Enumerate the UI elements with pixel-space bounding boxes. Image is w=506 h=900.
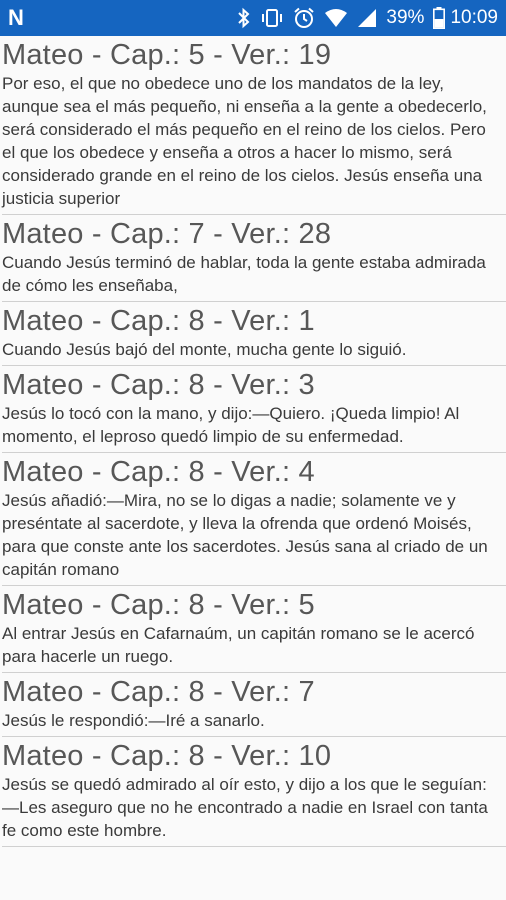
verse-reference: Mateo - Cap.: 8 - Ver.: 10: [2, 740, 332, 772]
battery-percent: 39%: [386, 7, 425, 28]
vibrate-icon: [260, 7, 284, 29]
verse-text: Al entrar Jesús en Cafarnaúm, un capitán…: [2, 624, 475, 666]
verse-reference: Mateo - Cap.: 8 - Ver.: 4: [2, 456, 315, 488]
alarm-icon: [293, 7, 315, 29]
verse-item[interactable]: Mateo - Cap.: 5 - Ver.: 19 Por eso, el q…: [2, 36, 506, 215]
verse-item[interactable]: Mateo - Cap.: 8 - Ver.: 4 Jesús añadió:—…: [2, 453, 506, 586]
verse-reference: Mateo - Cap.: 8 - Ver.: 7: [2, 676, 315, 708]
verse-item[interactable]: Mateo - Cap.: 7 - Ver.: 28 Cuando Jesús …: [2, 215, 506, 302]
verse-reference: Mateo - Cap.: 8 - Ver.: 3: [2, 369, 315, 401]
verse-item[interactable]: Mateo - Cap.: 8 - Ver.: 1 Cuando Jesús b…: [2, 302, 506, 366]
verse-text: Jesús lo tocó con la mano, y dijo:—Quier…: [2, 404, 460, 446]
wifi-icon: [324, 8, 348, 28]
status-icons: 39% 10:09: [237, 7, 498, 29]
verse-text: Jesús le respondió:—Iré a sanarlo.: [2, 711, 265, 730]
verse-list[interactable]: Mateo - Cap.: 5 - Ver.: 19 Por eso, el q…: [0, 36, 506, 900]
bluetooth-icon: [237, 7, 251, 29]
verse-text: Cuando Jesús bajó del monte, mucha gente…: [2, 340, 407, 359]
verse-text: Jesús añadió:—Mira, no se lo digas a nad…: [2, 491, 488, 579]
app-notification-icon: N: [8, 5, 24, 30]
verse-text: Por eso, el que no obedece uno de los ma…: [2, 74, 487, 208]
verse-item[interactable]: Mateo - Cap.: 8 - Ver.: 3 Jesús lo tocó …: [2, 366, 506, 453]
battery-icon: [433, 7, 446, 29]
clock: 10:09: [450, 7, 498, 28]
verse-reference: Mateo - Cap.: 7 - Ver.: 28: [2, 218, 332, 250]
signal-icon: [357, 8, 377, 28]
verse-text: Cuando Jesús terminó de hablar, toda la …: [2, 253, 486, 295]
verse-item[interactable]: Mateo - Cap.: 8 - Ver.: 5 Al entrar Jesú…: [2, 586, 506, 673]
verse-text: Jesús se quedó admirado al oír esto, y d…: [2, 775, 488, 840]
verse-item[interactable]: Mateo - Cap.: 8 - Ver.: 7 Jesús le respo…: [2, 673, 506, 737]
verse-reference: Mateo - Cap.: 8 - Ver.: 1: [2, 305, 315, 337]
verse-reference: Mateo - Cap.: 5 - Ver.: 19: [2, 39, 332, 71]
verse-reference: Mateo - Cap.: 8 - Ver.: 5: [2, 589, 315, 621]
status-bar: N 39% 10:09: [0, 0, 506, 36]
verse-item[interactable]: Mateo - Cap.: 8 - Ver.: 10 Jesús se qued…: [2, 737, 506, 847]
